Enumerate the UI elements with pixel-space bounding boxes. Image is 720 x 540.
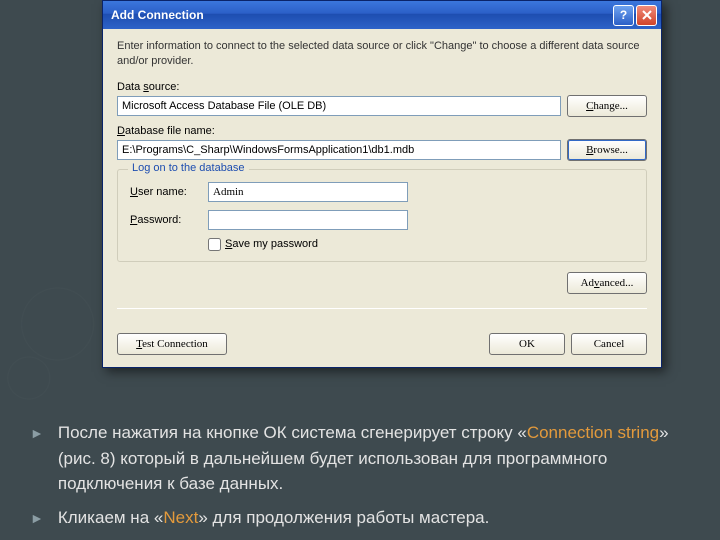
username-input[interactable]: [208, 182, 408, 202]
bullet-icon: ►: [30, 420, 44, 497]
bullet-icon: ►: [30, 505, 44, 531]
db-file-input[interactable]: [117, 140, 561, 160]
slide-text: ► После нажатия на кнопке ОК система сге…: [30, 420, 710, 539]
bullet-2: ► Кликаем на «Next» для продолжения рабо…: [30, 505, 710, 531]
test-connection-button[interactable]: Test Connection: [117, 333, 227, 355]
dialog-body: Enter information to connect to the sele…: [103, 29, 661, 367]
help-button[interactable]: ?: [613, 5, 634, 26]
save-password-checkbox[interactable]: [208, 238, 221, 251]
dialog-title: Add Connection: [111, 8, 204, 22]
cancel-button[interactable]: Cancel: [571, 333, 647, 355]
password-label: Password:: [130, 214, 200, 226]
browse-button[interactable]: Browse...: [567, 139, 647, 161]
db-file-label: Database file name:: [117, 125, 647, 137]
bullet1-pre: После нажатия на кнопке ОК система сгене…: [58, 423, 527, 442]
titlebar[interactable]: Add Connection ?: [103, 1, 661, 29]
groupbox-title: Log on to the database: [128, 162, 249, 174]
close-icon: [642, 10, 652, 20]
password-input[interactable]: [208, 210, 408, 230]
ok-button[interactable]: OK: [489, 333, 565, 355]
data-source-input: [117, 96, 561, 116]
logon-groupbox: Log on to the database User name: Passwo…: [117, 169, 647, 262]
bullet-1: ► После нажатия на кнопке ОК система сге…: [30, 420, 710, 497]
save-password-label: Save my password: [225, 238, 318, 250]
instruction-text: Enter information to connect to the sele…: [117, 39, 647, 69]
separator: [117, 308, 647, 309]
username-label: User name:: [130, 186, 200, 198]
bullet2-post: » для продолжения работы мастера.: [198, 508, 489, 527]
bullet1-highlight: Connection string: [527, 423, 659, 442]
data-source-label: Data source:: [117, 81, 647, 93]
bullet2-pre: Кликаем на «: [58, 508, 163, 527]
add-connection-dialog: Add Connection ? Enter information to co…: [102, 0, 662, 368]
advanced-button[interactable]: Advanced...: [567, 272, 647, 294]
change-button[interactable]: Change...: [567, 95, 647, 117]
close-button[interactable]: [636, 5, 657, 26]
bullet2-highlight: Next: [163, 508, 198, 527]
